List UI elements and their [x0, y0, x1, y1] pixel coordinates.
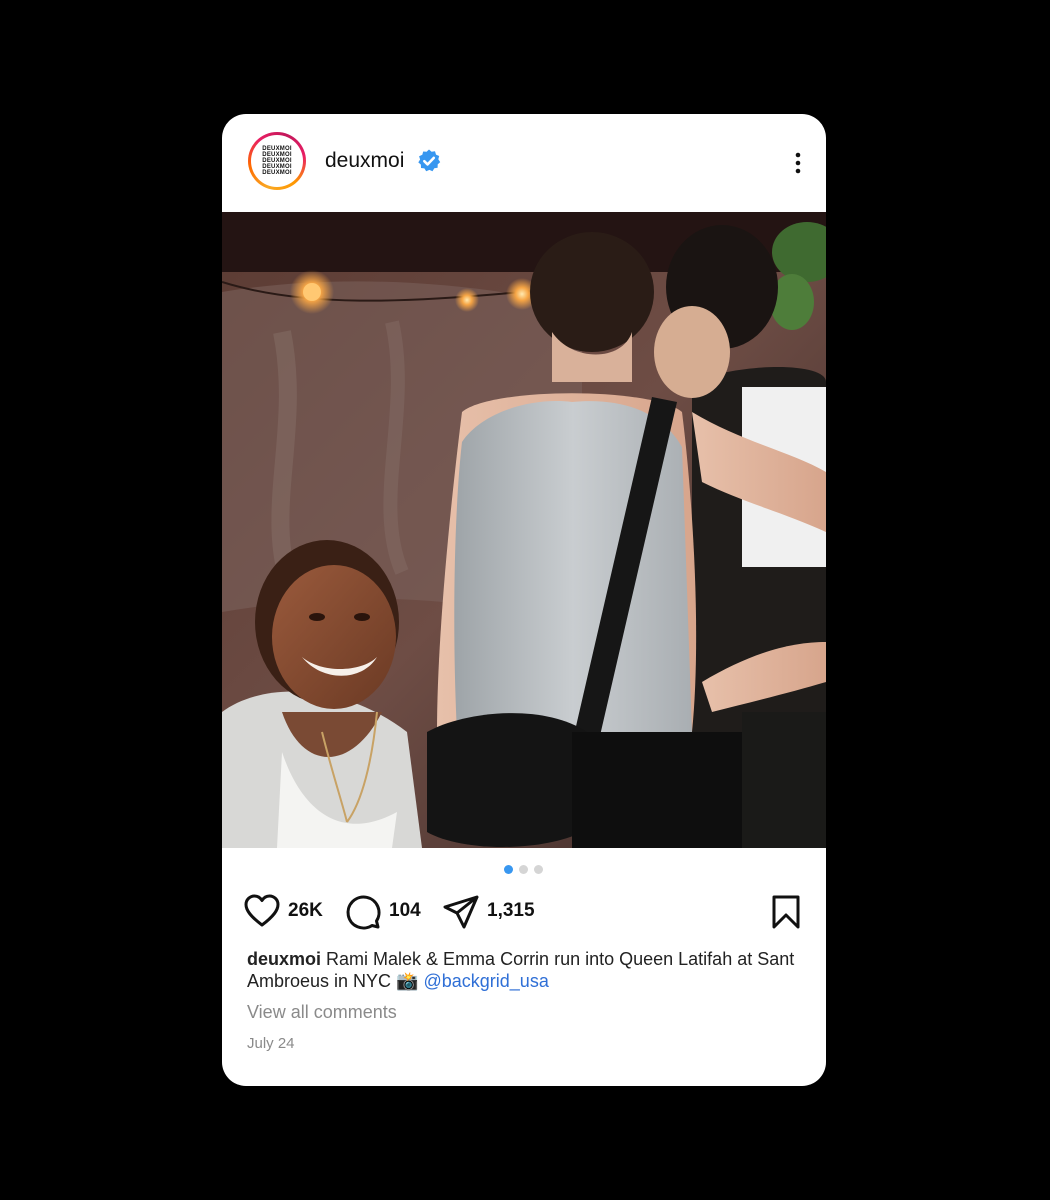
caption-mention-link[interactable]: @backgrid_usa [423, 971, 548, 991]
post-photo-illustration [222, 212, 826, 848]
carousel-dot-active [504, 865, 513, 874]
share-count[interactable]: 1,315 [487, 900, 535, 922]
comment-icon[interactable] [345, 894, 381, 930]
carousel-dot [519, 865, 528, 874]
username[interactable]: deuxmoi [325, 149, 404, 173]
avatar-logo: DEUXMOI DEUXMOI DEUXMOI DEUXMOI DEUXMOI [251, 135, 303, 187]
bookmark-icon[interactable] [770, 894, 802, 930]
view-all-comments-link[interactable]: View all comments [247, 1002, 397, 1023]
carousel-dot [534, 865, 543, 874]
comment-count[interactable]: 104 [389, 900, 421, 922]
post-date: July 24 [247, 1035, 295, 1052]
heart-icon[interactable] [244, 894, 280, 928]
like-count[interactable]: 26K [288, 900, 323, 922]
verified-badge-icon [418, 149, 441, 172]
avatar[interactable]: DEUXMOI DEUXMOI DEUXMOI DEUXMOI DEUXMOI [248, 132, 306, 190]
post-photo[interactable] [222, 212, 826, 848]
more-vertical-icon[interactable] [788, 150, 808, 176]
caption-username[interactable]: deuxmoi [247, 949, 321, 969]
post-header: DEUXMOI DEUXMOI DEUXMOI DEUXMOI DEUXMOI … [222, 114, 826, 212]
share-icon[interactable] [442, 894, 480, 930]
carousel-indicator [504, 865, 543, 874]
avatar-logo-text: DEUXMOI [262, 170, 292, 176]
action-bar: 26K 104 1,315 [222, 890, 826, 934]
post-card: DEUXMOI DEUXMOI DEUXMOI DEUXMOI DEUXMOI … [222, 114, 826, 1086]
post-caption: deuxmoi Rami Malek & Emma Corrin run int… [247, 948, 807, 992]
